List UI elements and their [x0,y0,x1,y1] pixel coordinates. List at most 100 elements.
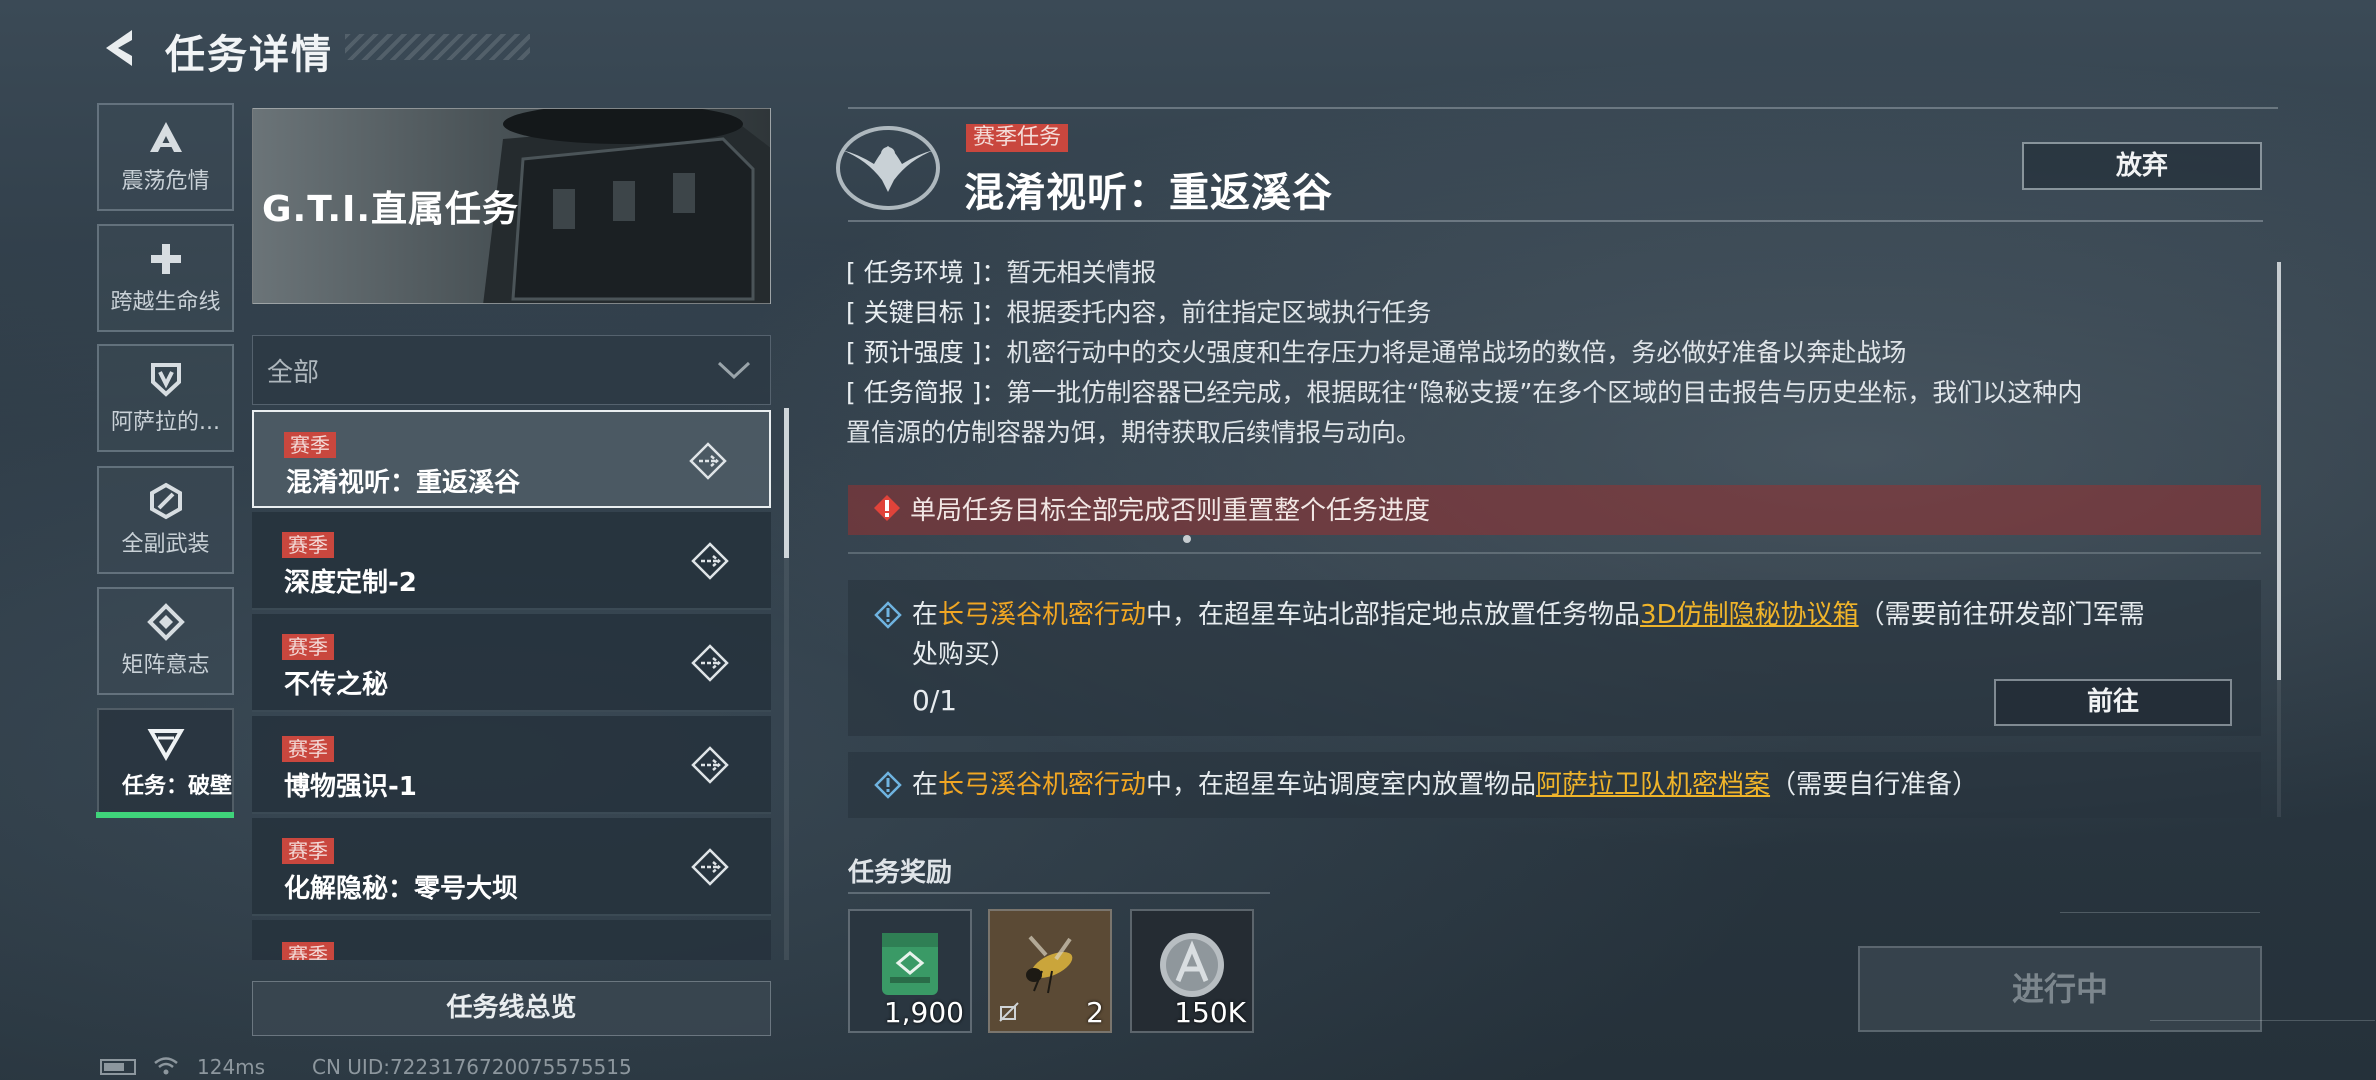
objective-text-1: 在长弓溪谷机密行动中，在超星车站北部指定地点放置任务物品3D仿制隐秘协议箱（需要… [912,595,2145,635]
task-line-overview-button[interactable]: 任务线总览 [252,981,771,1036]
category-label: 震荡危情 [121,169,210,194]
shield-icon [150,363,181,397]
task-list-scrollbar[interactable] [784,408,789,558]
season-tag: 赛季 [282,532,334,558]
wifi-icon [154,1057,178,1075]
triangle-a-icon [149,122,182,152]
reward-count: 2 [1086,996,1104,1029]
task-item-2[interactable]: 赛季 深度定制-2 [252,512,771,610]
objective-text: 在 [912,600,939,630]
info-environment: [ 任务环境 ]：暂无相关情报 [846,253,1156,293]
category-label: 全副武装 [121,532,210,557]
abandon-button[interactable]: 放弃 [2022,142,2262,190]
alert-icon [874,495,900,521]
season-task-tag: 赛季任务 [966,124,1069,152]
back-arrow-icon[interactable] [98,26,140,70]
info-briefing: [ 任务简报 ]：第一批仿制容器已经完成，根据既往“隐秘支援”在多个区域的目击报… [846,373,2082,413]
reward-item-1[interactable]: 1,900 [848,909,972,1033]
season-tag: 赛季 [282,942,334,960]
info-value: 暂无相关情报 [1006,258,1157,287]
divider [848,892,1270,894]
objective-text: （需要前往研发部门军需 [1858,600,2145,630]
task-name: 不传之秘 [284,670,389,700]
filter-selected-value: 全部 [267,358,320,388]
category-label: 任务：破壁 [121,774,232,799]
info-diamond-icon [874,601,902,629]
info-diamond-icon [874,771,902,799]
page-title: 任务详情 [165,32,333,78]
waypoint-icon [691,542,729,580]
category-label: 跨越生命线 [110,290,221,315]
objective-progress: 0/1 [912,684,958,717]
reward-item-3[interactable]: 150K [1130,909,1254,1033]
item-link[interactable]: 阿萨拉卫队机密档案 [1536,770,1770,800]
hex-ring-icon [149,482,182,520]
page-dot [1183,535,1191,543]
reward-item-2[interactable]: 2 [988,909,1112,1033]
category-tab-6[interactable]: 任务：破壁 [97,708,234,816]
waypoint-icon [691,848,729,886]
battery-icon [100,1059,136,1075]
info-value: 机密行动中的交火强度和生存压力将是通常战场的数倍，务必做好准备以奔赴战场 [1006,338,1907,367]
info-key-objective: [ 关键目标 ]：根据委托内容，前往指定区域执行任务 [846,293,1431,333]
item-link[interactable]: 3D仿制隐秘协议箱 [1640,600,1859,630]
info-intensity: [ 预计强度 ]：机密行动中的交火强度和生存压力将是通常战场的数倍，务必做好准备… [846,333,1906,373]
waypoint-icon [691,746,729,784]
objective-text: 在 [912,770,939,800]
category-tab-3[interactable]: 阿萨拉的... [97,344,234,452]
task-title: 混淆视听：重返溪谷 [964,170,1333,216]
down-triangle-icon [147,729,184,762]
hud-decoration [2150,1020,2375,1021]
category-tab-2[interactable]: 跨越生命线 [97,224,234,332]
operation-name: 长弓溪谷机密行动 [938,770,1147,800]
title-decoration [345,34,530,60]
reward-count: 1,900 [883,996,964,1029]
task-name: 化解隐秘：零号大坝 [284,874,519,904]
objective-text: （需要自行准备） [1770,770,1979,800]
divider [848,552,2261,554]
divider [848,107,2278,109]
objective-text-2: 在长弓溪谷机密行动中，在超星车站调度室内放置物品阿萨拉卫队机密档案（需要自行准备… [912,765,1978,805]
season-tag: 赛季 [284,432,336,458]
task-filter-dropdown[interactable] [252,335,771,405]
task-item-6[interactable]: 赛季 [252,920,771,960]
objective-text-1-cont: 处购买） [912,640,1017,670]
task-name: 混淆视听：重返溪谷 [286,468,521,498]
ping-readout: 124ms [197,1055,266,1079]
warning-text: 单局任务目标全部完成否则重置整个任务进度 [910,496,1431,526]
objective-text: 中，在超星车站调度室内放置物品 [1146,770,1537,800]
season-tag: 赛季 [282,838,334,864]
untradeable-icon [999,1002,1019,1022]
operation-name: 长弓溪谷机密行动 [938,600,1147,630]
task-item-5[interactable]: 赛季 化解隐秘：零号大坝 [252,818,771,916]
task-item-3[interactable]: 赛季 不传之秘 [252,614,771,712]
info-briefing-cont: 置信源的仿制容器为饵，期待获取后续情报与动向。 [846,413,1421,453]
info-value: 第一批仿制容器已经完成，根据既往“隐秘支援”在多个区域的目击报告与历史坐标，我们… [1006,378,2083,407]
diamond-icon [146,603,185,641]
season-tag: 赛季 [282,634,334,660]
task-item-1[interactable]: 赛季 混淆视听：重返溪谷 [252,410,771,508]
divider [848,220,2263,222]
category-tab-1[interactable]: 震荡危情 [97,103,234,211]
banner-title: G.T.I.直属任务 [262,189,520,230]
eagle-emblem-icon [836,126,940,210]
user-uid: CN UID:72231767200755755​15 [312,1055,632,1079]
category-label: 矩阵意志 [121,653,210,678]
info-key: [ 任务简报 ]： [846,378,1007,407]
task-item-4[interactable]: 赛季 博物强识-1 [252,716,771,814]
task-name: 博物强识-1 [284,772,417,802]
category-tab-4[interactable]: 全副武装 [97,466,234,574]
category-tab-5[interactable]: 矩阵意志 [97,587,234,695]
info-key: [ 预计强度 ]： [846,338,1007,367]
hud-decoration [2060,912,2260,913]
waypoint-icon [691,644,729,682]
info-value: 置信源的仿制容器为饵，期待获取后续情报与动向。 [846,418,1422,447]
waypoint-icon [689,442,727,480]
objective-text: 中，在超星车站北部指定地点放置任务物品 [1146,600,1641,630]
reward-count: 150K [1174,996,1246,1029]
info-key: [ 关键目标 ]： [846,298,1007,327]
detail-scrollbar[interactable] [2277,262,2281,680]
info-value: 根据委托内容，前往指定区域执行任务 [1006,298,1432,327]
go-button[interactable]: 前往 [1994,679,2232,726]
season-tag: 赛季 [282,736,334,762]
